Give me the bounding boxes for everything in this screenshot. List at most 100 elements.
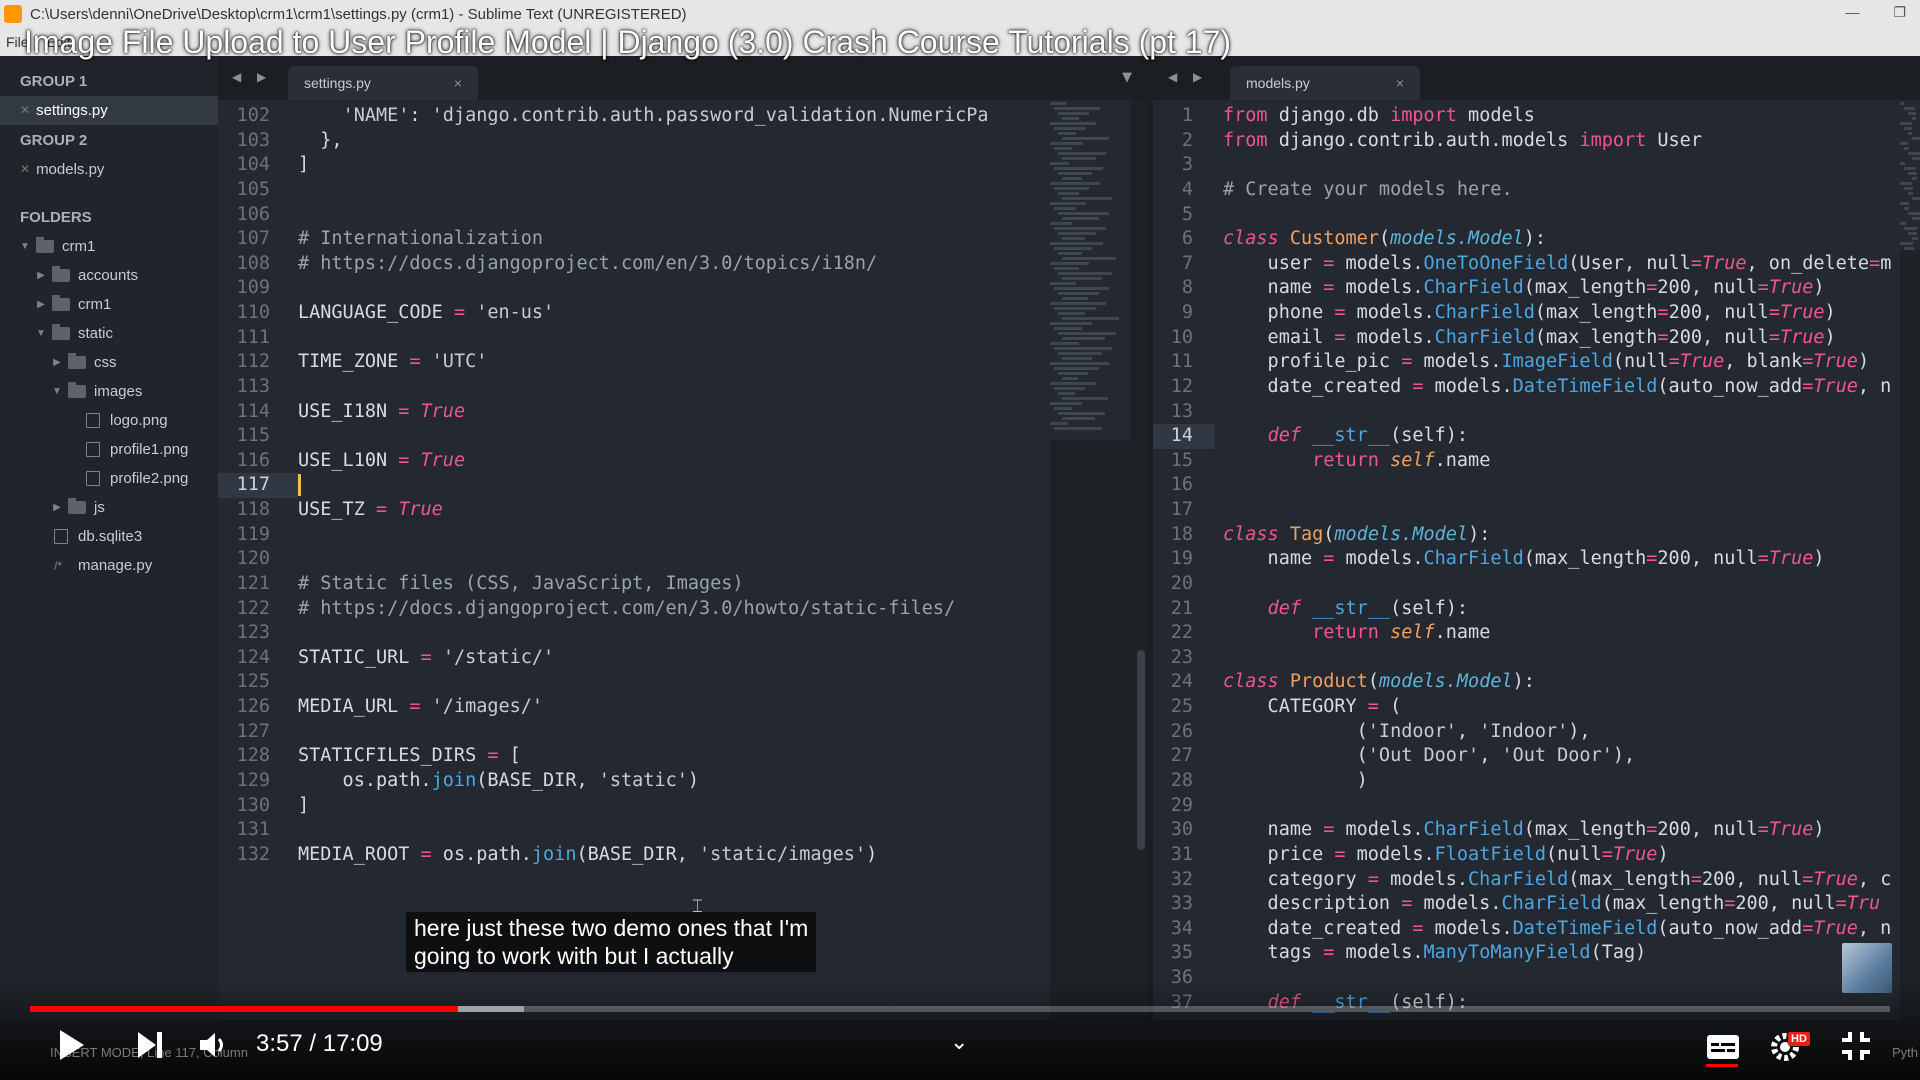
code-line[interactable]: 31 price = models.FloatField(null=True): [1153, 843, 1900, 868]
code-line[interactable]: 2 from django.contrib.auth.models import …: [1153, 129, 1900, 154]
code-line[interactable]: 35 tags = models.ManyToManyField(Tag): [1153, 941, 1900, 966]
code-line[interactable]: 1 from django.db import models: [1153, 104, 1900, 129]
code-line[interactable]: 119: [218, 523, 1050, 548]
volume-button[interactable]: [198, 1030, 228, 1064]
code-line[interactable]: 17: [1153, 498, 1900, 523]
left-scrollbar[interactable]: [1137, 650, 1145, 850]
left-code-editor[interactable]: 102 'NAME': 'django.contrib.auth.passwor…: [218, 100, 1050, 1020]
chevron-down-icon[interactable]: ▼: [50, 386, 64, 397]
tree-item-accounts[interactable]: ▶ accounts: [0, 261, 218, 290]
code-line[interactable]: 7 user = models.OneToOneField(User, null…: [1153, 252, 1900, 277]
code-line[interactable]: 10 email = models.CharField(max_length=2…: [1153, 326, 1900, 351]
left-minimap[interactable]: [1050, 100, 1130, 440]
code-line[interactable]: 105: [218, 178, 1050, 203]
close-icon[interactable]: ✕: [20, 155, 30, 184]
code-line[interactable]: 19 name = models.CharField(max_length=20…: [1153, 547, 1900, 572]
code-line[interactable]: 122 # https://docs.djangoproject.com/en/3…: [218, 597, 1050, 622]
tree-item-logo-png[interactable]: logo.png: [0, 406, 218, 435]
right-code-editor[interactable]: 1 from django.db import models 2 from djang…: [1153, 100, 1900, 1020]
code-line[interactable]: 126 MEDIA_URL = '/images/': [218, 695, 1050, 720]
close-icon[interactable]: ✕: [20, 96, 30, 125]
code-line[interactable]: 129 os.path.join(BASE_DIR, 'static'): [218, 769, 1050, 794]
code-line[interactable]: 115: [218, 424, 1050, 449]
tree-item-profile2-png[interactable]: profile2.png: [0, 464, 218, 493]
tab-nav-arrows[interactable]: ◀ ▶: [1168, 70, 1208, 84]
exit-fullscreen-button[interactable]: [1840, 1030, 1872, 1066]
play-button[interactable]: [58, 1028, 86, 1066]
code-line[interactable]: 132 MEDIA_ROOT = os.path.join(BASE_DIR, '…: [218, 843, 1050, 868]
code-line[interactable]: 106: [218, 203, 1050, 228]
code-line[interactable]: 8 name = models.CharField(max_length=200…: [1153, 276, 1900, 301]
code-line[interactable]: 131: [218, 818, 1050, 843]
code-line[interactable]: 9 phone = models.CharField(max_length=20…: [1153, 301, 1900, 326]
chevron-right-icon[interactable]: ▶: [34, 299, 48, 310]
close-icon[interactable]: ×: [454, 75, 462, 91]
chevron-right-icon[interactable]: ▶: [50, 502, 64, 513]
code-line[interactable]: 12 date_created = models.DateTimeField(a…: [1153, 375, 1900, 400]
code-line[interactable]: 5: [1153, 203, 1900, 228]
code-line[interactable]: 125: [218, 670, 1050, 695]
code-line[interactable]: 30 name = models.CharField(max_length=20…: [1153, 818, 1900, 843]
code-line[interactable]: 20: [1153, 572, 1900, 597]
code-line[interactable]: 117: [218, 473, 1050, 499]
code-line[interactable]: 130]: [218, 794, 1050, 819]
tab-nav-arrows[interactable]: ◀ ▶: [232, 70, 272, 84]
code-line[interactable]: 18 class Tag(models.Model):: [1153, 523, 1900, 548]
code-line[interactable]: 26 ('Indoor', 'Indoor'),: [1153, 720, 1900, 745]
tree-item-static[interactable]: ▼ static: [0, 319, 218, 348]
code-line[interactable]: 13: [1153, 400, 1900, 425]
tab-settings[interactable]: settings.py ×: [288, 66, 478, 100]
code-line[interactable]: 11 profile_pic = models.ImageField(null=…: [1153, 350, 1900, 375]
code-line[interactable]: 120: [218, 547, 1050, 572]
code-line[interactable]: 34 date_created = models.DateTimeField(a…: [1153, 917, 1900, 942]
code-line[interactable]: 4 # Create your models here.: [1153, 178, 1900, 203]
code-line[interactable]: 25 CATEGORY = (: [1153, 695, 1900, 720]
code-line[interactable]: 28 ): [1153, 769, 1900, 794]
minimize-button[interactable]: —: [1845, 4, 1859, 21]
close-icon[interactable]: ×: [1396, 75, 1404, 91]
chevron-right-icon[interactable]: ▶: [50, 357, 64, 368]
chevron-right-icon[interactable]: ▶: [34, 270, 48, 281]
code-line[interactable]: 32 category = models.CharField(max_lengt…: [1153, 868, 1900, 893]
tree-item-crm1[interactable]: ▼ crm1: [0, 232, 218, 261]
code-line[interactable]: 127: [218, 720, 1050, 745]
tree-item-crm1[interactable]: ▶ crm1: [0, 290, 218, 319]
code-line[interactable]: 103 },: [218, 129, 1050, 154]
code-line[interactable]: 14 def __str__(self):: [1153, 424, 1900, 449]
code-line[interactable]: 33 description = models.CharField(max_le…: [1153, 892, 1900, 917]
open-file-settings[interactable]: ✕ settings.py: [0, 96, 218, 125]
subtitles-button[interactable]: [1706, 1034, 1740, 1064]
code-line[interactable]: 104]: [218, 153, 1050, 178]
code-line[interactable]: 116 USE_L10N = True: [218, 449, 1050, 474]
open-file-models[interactable]: ✕ models.py: [0, 155, 218, 184]
tree-item-profile1-png[interactable]: profile1.png: [0, 435, 218, 464]
code-line[interactable]: 111: [218, 326, 1050, 351]
code-line[interactable]: 107 # Internationalization: [218, 227, 1050, 252]
code-line[interactable]: 15 return self.name: [1153, 449, 1900, 474]
code-line[interactable]: 6 class Customer(models.Model):: [1153, 227, 1900, 252]
code-line[interactable]: 109: [218, 276, 1050, 301]
status-language[interactable]: Pyth: [1892, 1045, 1918, 1060]
tab-models[interactable]: models.py ×: [1230, 66, 1420, 100]
code-line[interactable]: 113: [218, 375, 1050, 400]
code-line[interactable]: 121 # Static files (CSS, JavaScript, Imag…: [218, 572, 1050, 597]
right-minimap[interactable]: [1900, 100, 1920, 250]
code-line[interactable]: 24 class Product(models.Model):: [1153, 670, 1900, 695]
code-line[interactable]: 118 USE_TZ = True: [218, 498, 1050, 523]
tree-item-images[interactable]: ▼ images: [0, 377, 218, 406]
code-line[interactable]: 102 'NAME': 'django.contrib.auth.passwor…: [218, 104, 1050, 129]
tab-dropdown-icon[interactable]: ▼: [1122, 70, 1132, 85]
code-line[interactable]: 128 STATICFILES_DIRS = [: [218, 744, 1050, 769]
tree-item-db-sqlite3[interactable]: db.sqlite3: [0, 522, 218, 551]
code-line[interactable]: 16: [1153, 473, 1900, 498]
code-line[interactable]: 3: [1153, 153, 1900, 178]
code-line[interactable]: 110 LANGUAGE_CODE = 'en-us': [218, 301, 1050, 326]
code-line[interactable]: 112 TIME_ZONE = 'UTC': [218, 350, 1050, 375]
code-line[interactable]: 23: [1153, 646, 1900, 671]
code-line[interactable]: 124 STATIC_URL = '/static/': [218, 646, 1050, 671]
next-button[interactable]: [136, 1030, 164, 1064]
chevron-down-icon[interactable]: ⌄: [950, 1030, 968, 1055]
tree-item-js[interactable]: ▶ js: [0, 493, 218, 522]
code-line[interactable]: 123: [218, 621, 1050, 646]
video-title[interactable]: Image File Upload to User Profile Model …: [24, 24, 1231, 61]
